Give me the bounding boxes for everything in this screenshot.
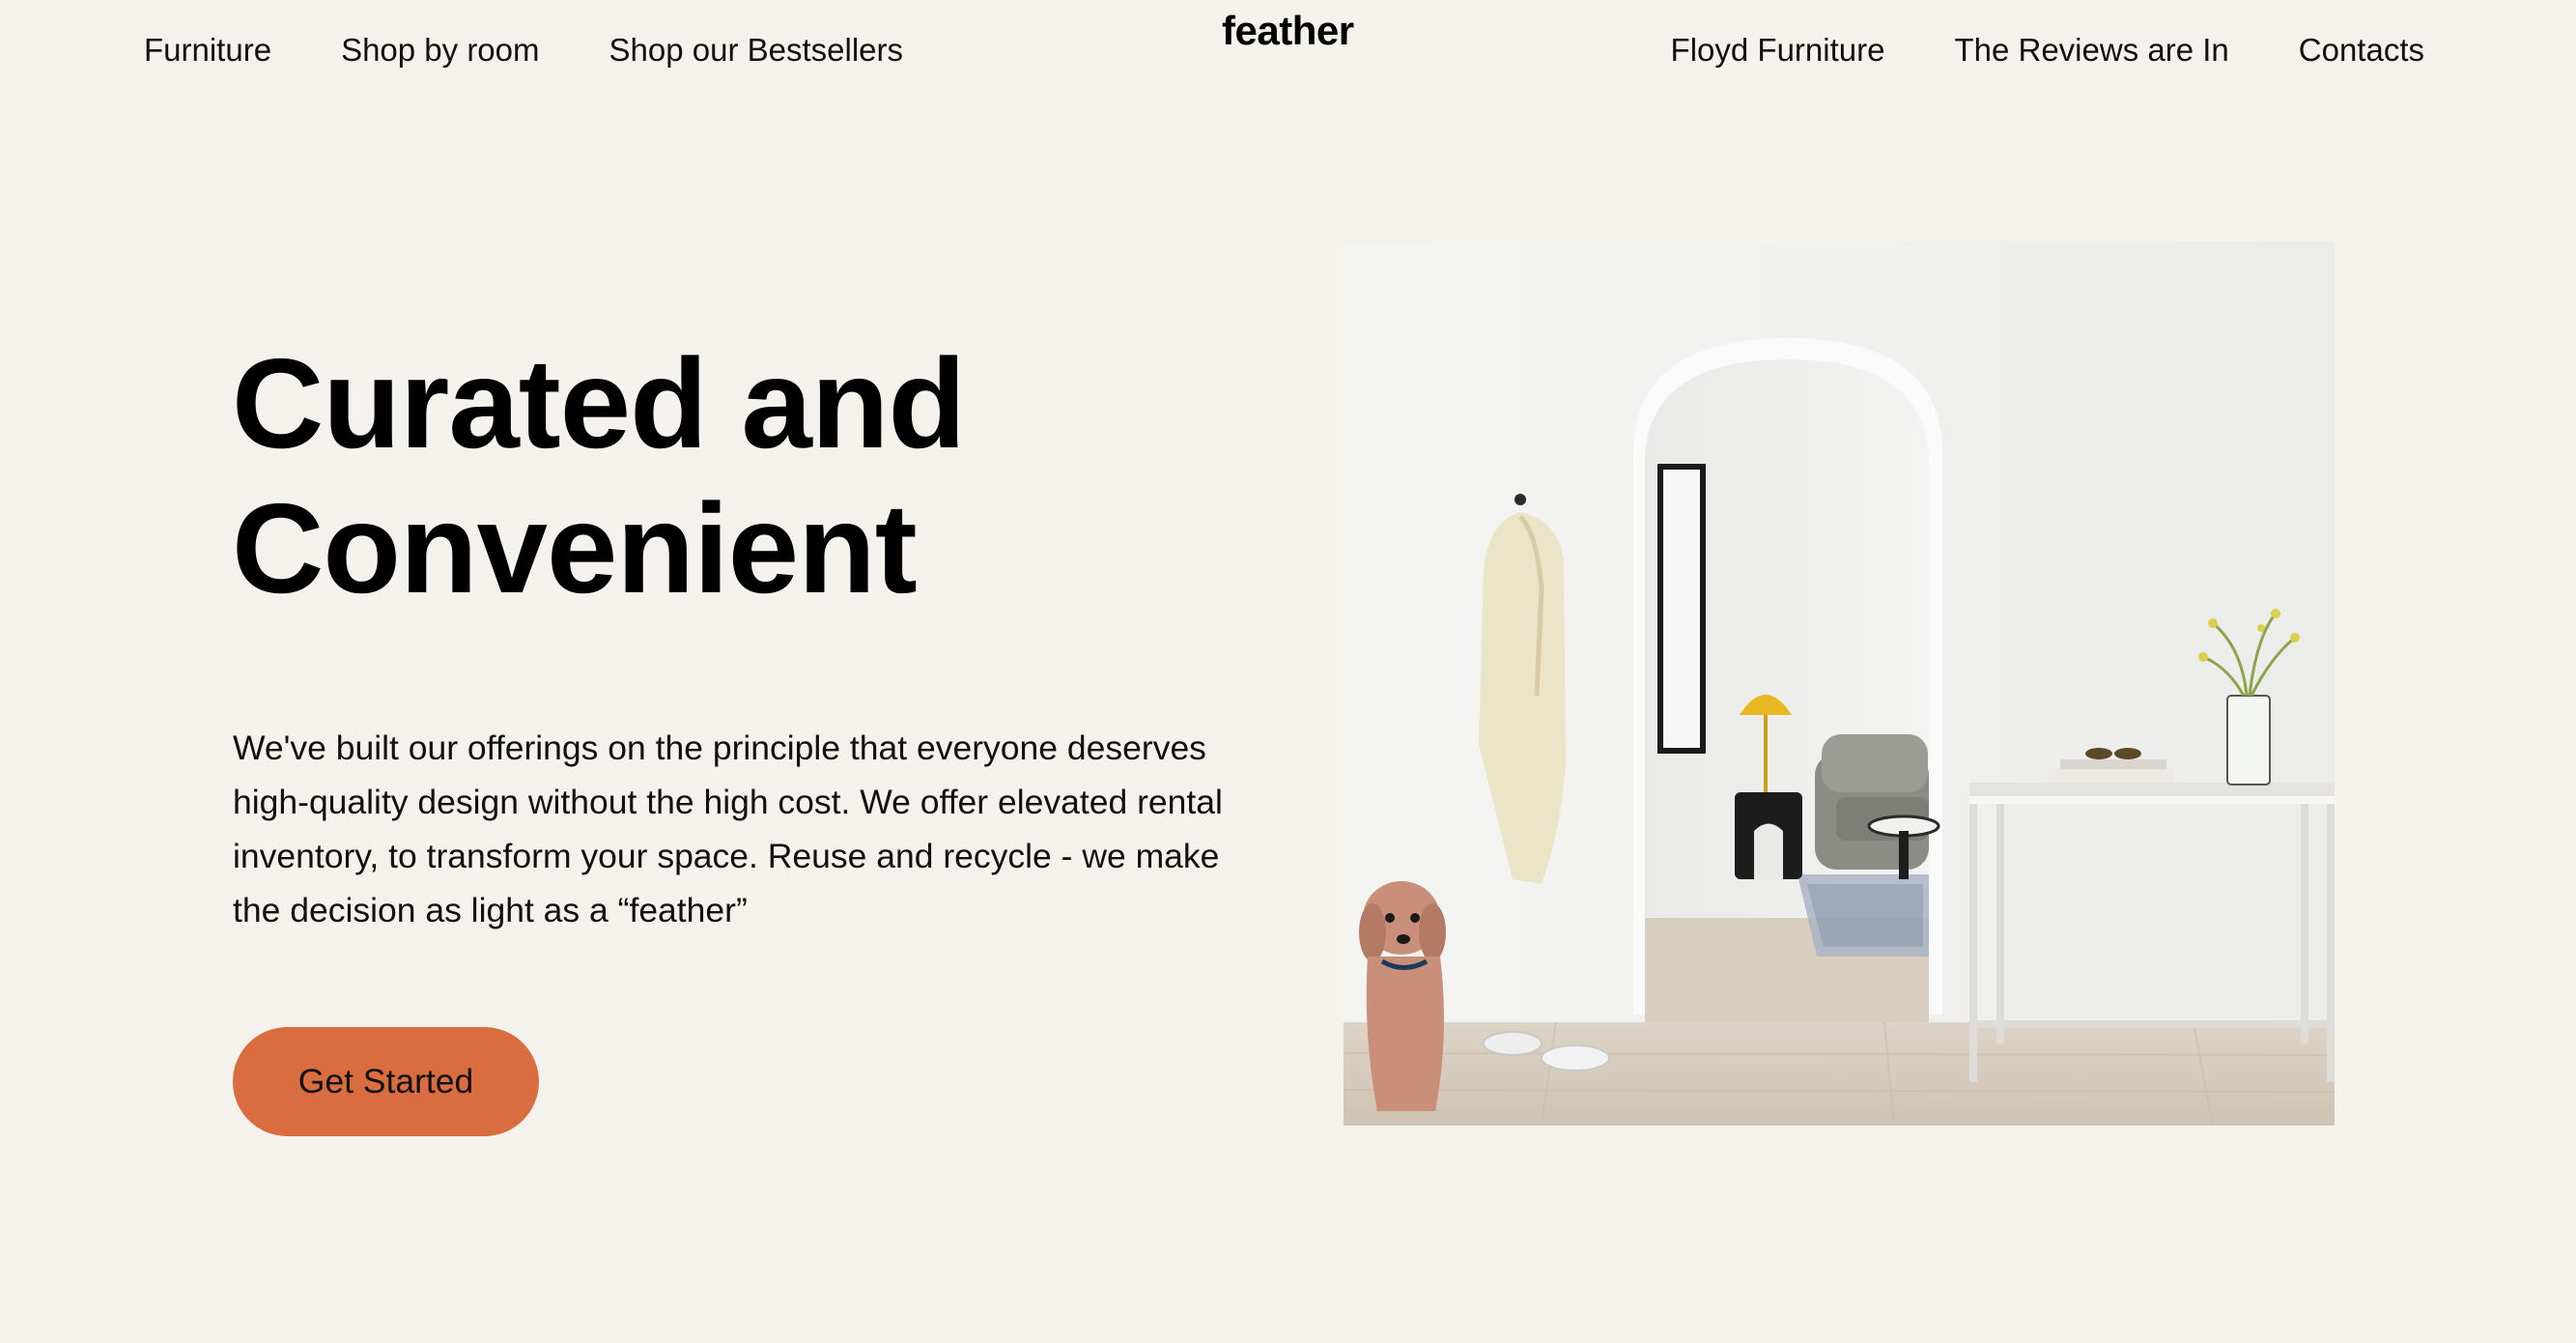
nav-link-furniture[interactable]: Furniture bbox=[144, 29, 271, 71]
hero-room-image bbox=[1344, 242, 2335, 1126]
brand-logo[interactable]: feather bbox=[1222, 6, 1354, 56]
nav-link-shop-by-room[interactable]: Shop by room bbox=[341, 29, 539, 71]
hero-title-line-1: Curated and bbox=[232, 332, 966, 474]
primary-nav-left: Furniture Shop by room Shop our Bestsell… bbox=[144, 29, 903, 71]
hero-title-line-2: Convenient bbox=[232, 477, 918, 619]
hero-description: We've built our offerings on the princip… bbox=[233, 729, 1223, 929]
get-started-button[interactable]: Get Started bbox=[233, 1027, 539, 1136]
nav-link-bestsellers[interactable]: Shop our Bestsellers bbox=[609, 29, 904, 71]
primary-nav-right: Floyd Furniture The Reviews are In Conta… bbox=[1671, 29, 2424, 71]
hero-title: Curated and Convenient bbox=[232, 331, 1294, 621]
nav-link-contacts[interactable]: Contacts bbox=[2299, 29, 2424, 71]
page: Furniture Shop by room Shop our Bestsell… bbox=[0, 0, 2576, 1343]
nav-link-floyd-furniture[interactable]: Floyd Furniture bbox=[1671, 29, 1885, 71]
nav-link-reviews[interactable]: The Reviews are In bbox=[1954, 29, 2228, 71]
